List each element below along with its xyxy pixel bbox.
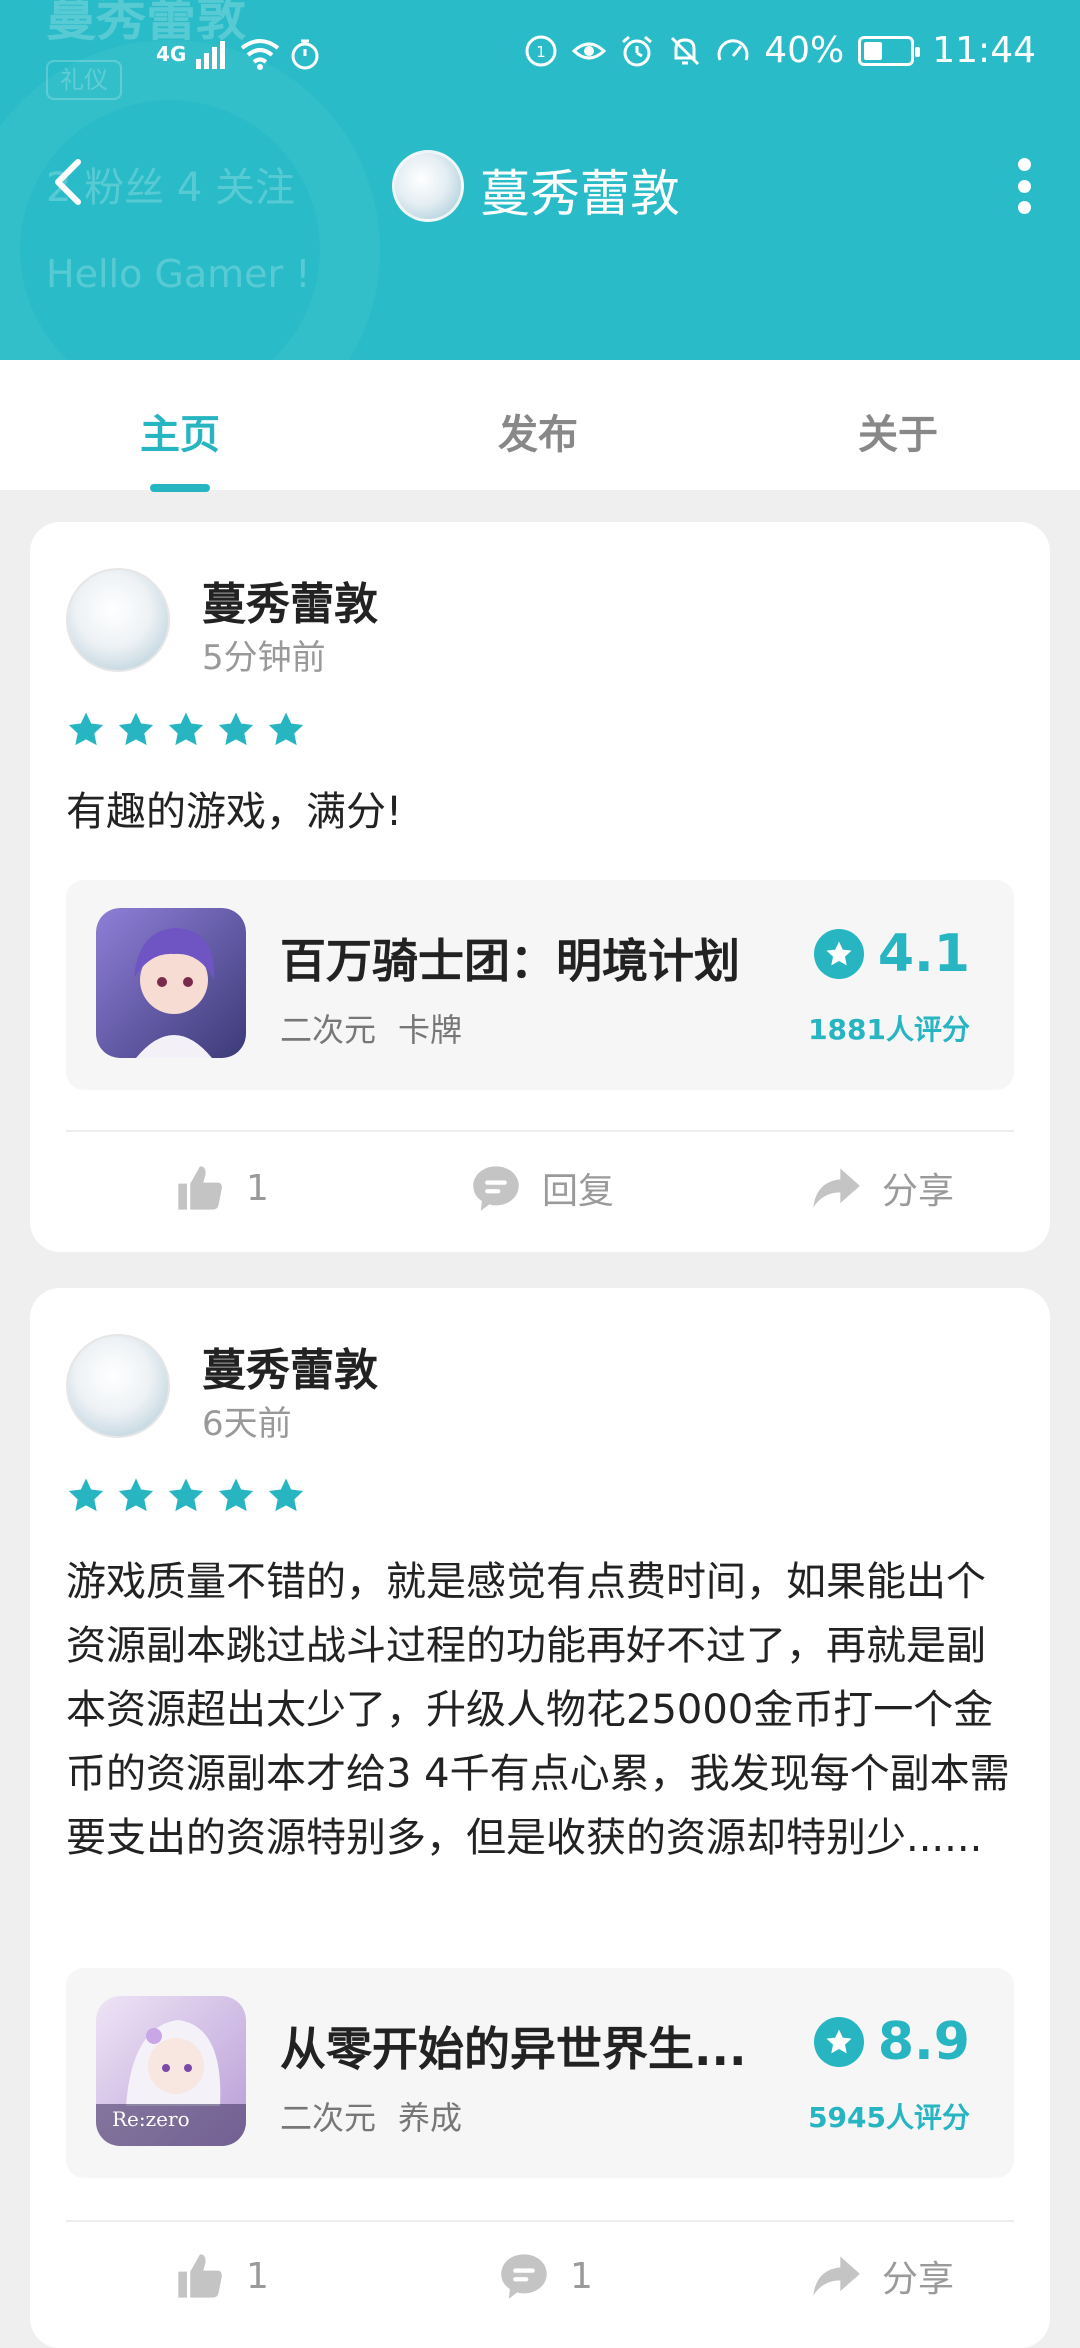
- profile-header: 蔓秀蕾敦 礼仪 2 粉丝 4 关注 Hello Gamer ! 4G 1 40%…: [0, 0, 1080, 360]
- like-count: 1: [246, 1167, 269, 1209]
- game-tags: 二次元 卡牌: [280, 1005, 484, 1051]
- rating-count: 1881人评分: [808, 1013, 970, 1046]
- avatar[interactable]: [66, 1334, 170, 1438]
- rating-count: 5945人评分: [808, 2101, 970, 2134]
- rating-stars: [66, 1476, 306, 1516]
- score-value: 8.9: [877, 2012, 970, 2072]
- data-saver-icon: 1: [525, 35, 557, 66]
- game-card[interactable]: Re:zero 从零开始的异世界生... 二次元 养成 8.9 5945人评分: [66, 1968, 1014, 2178]
- like-button[interactable]: 1: [174, 2250, 269, 2302]
- divider: [66, 1130, 1014, 1132]
- ghost-profile-bio: Hello Gamer !: [46, 252, 311, 296]
- signal-icon: [196, 41, 226, 69]
- game-tag: 二次元: [280, 1011, 377, 1049]
- network-type: 4G: [156, 42, 187, 66]
- more-options-icon[interactable]: [1012, 158, 1036, 214]
- share-label: 分享: [882, 1171, 955, 1212]
- share-button[interactable]: 分享: [810, 2250, 954, 2302]
- reply-button[interactable]: 1: [498, 2250, 593, 2302]
- like-count: 1: [246, 2255, 269, 2297]
- battery-percent: 40%: [764, 30, 845, 71]
- comment-icon: [501, 2254, 547, 2299]
- tab-about[interactable]: 关于: [858, 402, 938, 460]
- divider: [66, 2220, 1014, 2222]
- post-author[interactable]: 蔓秀蕾敦: [202, 568, 378, 632]
- like-button[interactable]: 1: [174, 1162, 269, 1214]
- rating-star-icon: [813, 929, 864, 979]
- game-tag: 二次元: [280, 2099, 377, 2137]
- share-icon: [813, 1168, 860, 1208]
- share-icon: [813, 2256, 860, 2296]
- game-tag: 养成: [398, 2099, 463, 2137]
- battery-icon: [858, 35, 921, 66]
- comment-icon: [473, 1166, 519, 1211]
- star-icon: [168, 712, 204, 746]
- clock: 11:44: [932, 30, 1036, 71]
- speed-icon: [717, 38, 749, 61]
- timer-icon: [291, 39, 319, 70]
- eye-comfort-icon: [572, 42, 607, 59]
- star-icon: [218, 1478, 254, 1512]
- game-score: 4.1: [813, 924, 970, 984]
- status-bar: 4G 1 40% 11:44: [0, 30, 1080, 90]
- star-icon: [68, 712, 104, 746]
- star-icon: [268, 712, 304, 746]
- game-tag: 卡牌: [398, 1011, 463, 1049]
- game-name[interactable]: 百万骑士团：明境计划: [280, 925, 740, 991]
- mute-icon: [671, 36, 700, 65]
- tab-active-indicator: [150, 484, 210, 492]
- nav-title: 蔓秀蕾敦: [480, 165, 680, 223]
- star-icon: [168, 1478, 204, 1512]
- score-value: 4.1: [877, 924, 970, 984]
- reply-button[interactable]: 回复: [470, 1162, 614, 1214]
- svg-text:1: 1: [536, 43, 546, 61]
- reply-label: 回复: [542, 1171, 615, 1212]
- star-icon: [118, 712, 154, 746]
- battery-level: [864, 41, 883, 60]
- share-button[interactable]: 分享: [810, 1162, 954, 1214]
- game-icon[interactable]: Re:zero: [96, 1996, 246, 2146]
- top-nav: 蔓秀蕾敦: [0, 130, 1080, 240]
- tab-posts[interactable]: 发布: [498, 402, 578, 460]
- tab-home[interactable]: 主页: [140, 402, 220, 460]
- post-author[interactable]: 蔓秀蕾敦: [202, 1334, 378, 1398]
- star-icon: [268, 1478, 304, 1512]
- share-label: 分享: [882, 2259, 955, 2300]
- rating-star-icon: [813, 2017, 864, 2067]
- rating-stars: [66, 710, 306, 750]
- post-time: 5分钟前: [202, 638, 326, 678]
- game-icon[interactable]: [96, 908, 246, 1058]
- wifi-icon: [241, 39, 280, 70]
- game-icon-logo: Re:zero: [112, 2107, 190, 2131]
- game-score: 8.9: [813, 2012, 970, 2072]
- review-text[interactable]: 游戏质量不错的，就是感觉有点费时间，如果能出个资源副本跳过战斗过程的功能再好不过…: [66, 1550, 1016, 1870]
- review-card[interactable]: 蔓秀蕾敦 6天前 游戏质量不错的，就是感觉有点费时间，如果能出个资源副本跳过战斗…: [30, 1288, 1050, 2348]
- thumbs-up-icon: [178, 2254, 222, 2298]
- nav-avatar[interactable]: [392, 150, 464, 222]
- profile-tabs: 主页 发布 关于: [0, 360, 1080, 492]
- post-time: 6天前: [202, 1404, 292, 1444]
- star-icon: [218, 712, 254, 746]
- thumbs-up-icon: [178, 1166, 222, 1210]
- game-name[interactable]: 从零开始的异世界生...: [280, 2013, 746, 2079]
- review-card[interactable]: 蔓秀蕾敦 5分钟前 有趣的游戏，满分! 百万骑士团：明境计划 二次元 卡牌 4.1…: [30, 522, 1050, 1252]
- back-arrow-icon[interactable]: [40, 152, 100, 212]
- game-tags: 二次元 养成: [280, 2093, 484, 2139]
- avatar[interactable]: [66, 568, 170, 672]
- reply-count: 1: [570, 2255, 593, 2297]
- alarm-icon: [622, 35, 653, 66]
- star-icon: [118, 1478, 154, 1512]
- game-card[interactable]: 百万骑士团：明境计划 二次元 卡牌 4.1 1881人评分: [66, 880, 1014, 1090]
- review-text[interactable]: 有趣的游戏，满分!: [66, 780, 1016, 844]
- star-icon: [68, 1478, 104, 1512]
